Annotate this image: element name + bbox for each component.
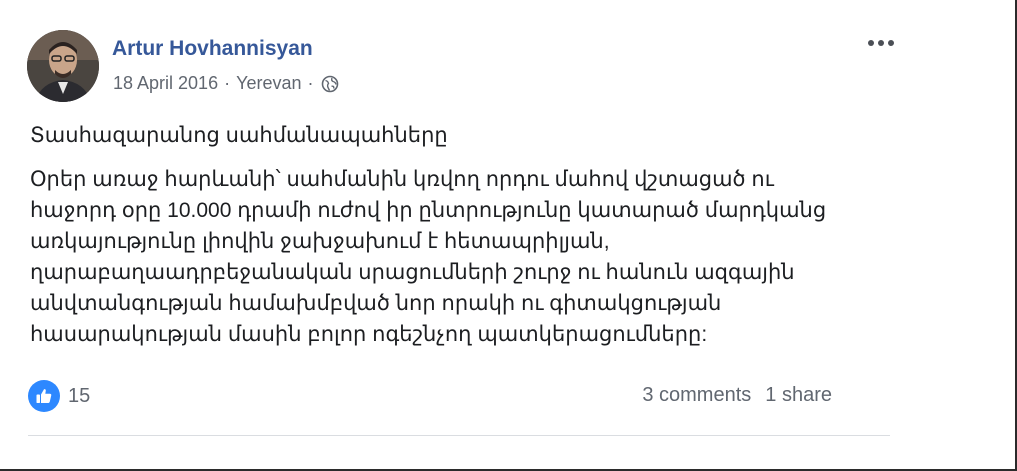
post-body-line: անվտանգության համախմբված նոր որակի ու գի… xyxy=(30,292,722,315)
shares-count-link[interactable]: 1 share xyxy=(765,384,832,407)
reactions-summary[interactable]: 15 xyxy=(28,380,90,412)
engagement-stats: 3 comments 1 share xyxy=(642,384,832,407)
more-options-dot xyxy=(878,40,884,46)
post-meta: 18 April 2016 · Yerevan · xyxy=(113,73,339,94)
post-body-line: հաջորդ օրը 10.000 դրամի ուժով իր ընտրութ… xyxy=(30,199,827,222)
facebook-post: Artur Hovhannisyan 18 April 2016 · Yerev… xyxy=(0,0,960,471)
like-icon xyxy=(28,380,60,412)
post-title: Տասհազարանոց սահմանապահները xyxy=(30,124,448,147)
comments-count-link[interactable]: 3 comments xyxy=(642,384,751,407)
meta-separator: · xyxy=(307,73,314,93)
post-body-line: հասարակության մասին բոլոր ոգեշնչող պատկե… xyxy=(30,323,708,346)
post-date-link[interactable]: 18 April 2016 xyxy=(113,73,218,94)
author-name-link[interactable]: Artur Hovhannisyan xyxy=(112,37,313,61)
globe-icon[interactable] xyxy=(321,75,339,93)
author-avatar[interactable] xyxy=(27,30,99,102)
meta-separator: · xyxy=(224,73,231,93)
more-options-dot xyxy=(888,40,894,46)
post-location-link[interactable]: Yerevan xyxy=(236,73,301,94)
more-options-dot xyxy=(868,40,874,46)
reaction-count: 15 xyxy=(68,384,91,407)
footer-divider xyxy=(28,435,890,436)
post-body-line: առկայությունը լիովին ջախջախում է հետապրի… xyxy=(30,230,610,253)
post-body-line: Օրեր առաջ հարևանի՝ սահմանին կռվող որդու … xyxy=(30,168,774,191)
more-options-icon[interactable] xyxy=(864,33,898,53)
post-body-line: ղարաբաղաադրբեջանական սրացումների շուրջ ո… xyxy=(30,261,795,284)
post-body: Օրեր առաջ հարևանի՝ սահմանին կռվող որդու … xyxy=(30,164,910,350)
